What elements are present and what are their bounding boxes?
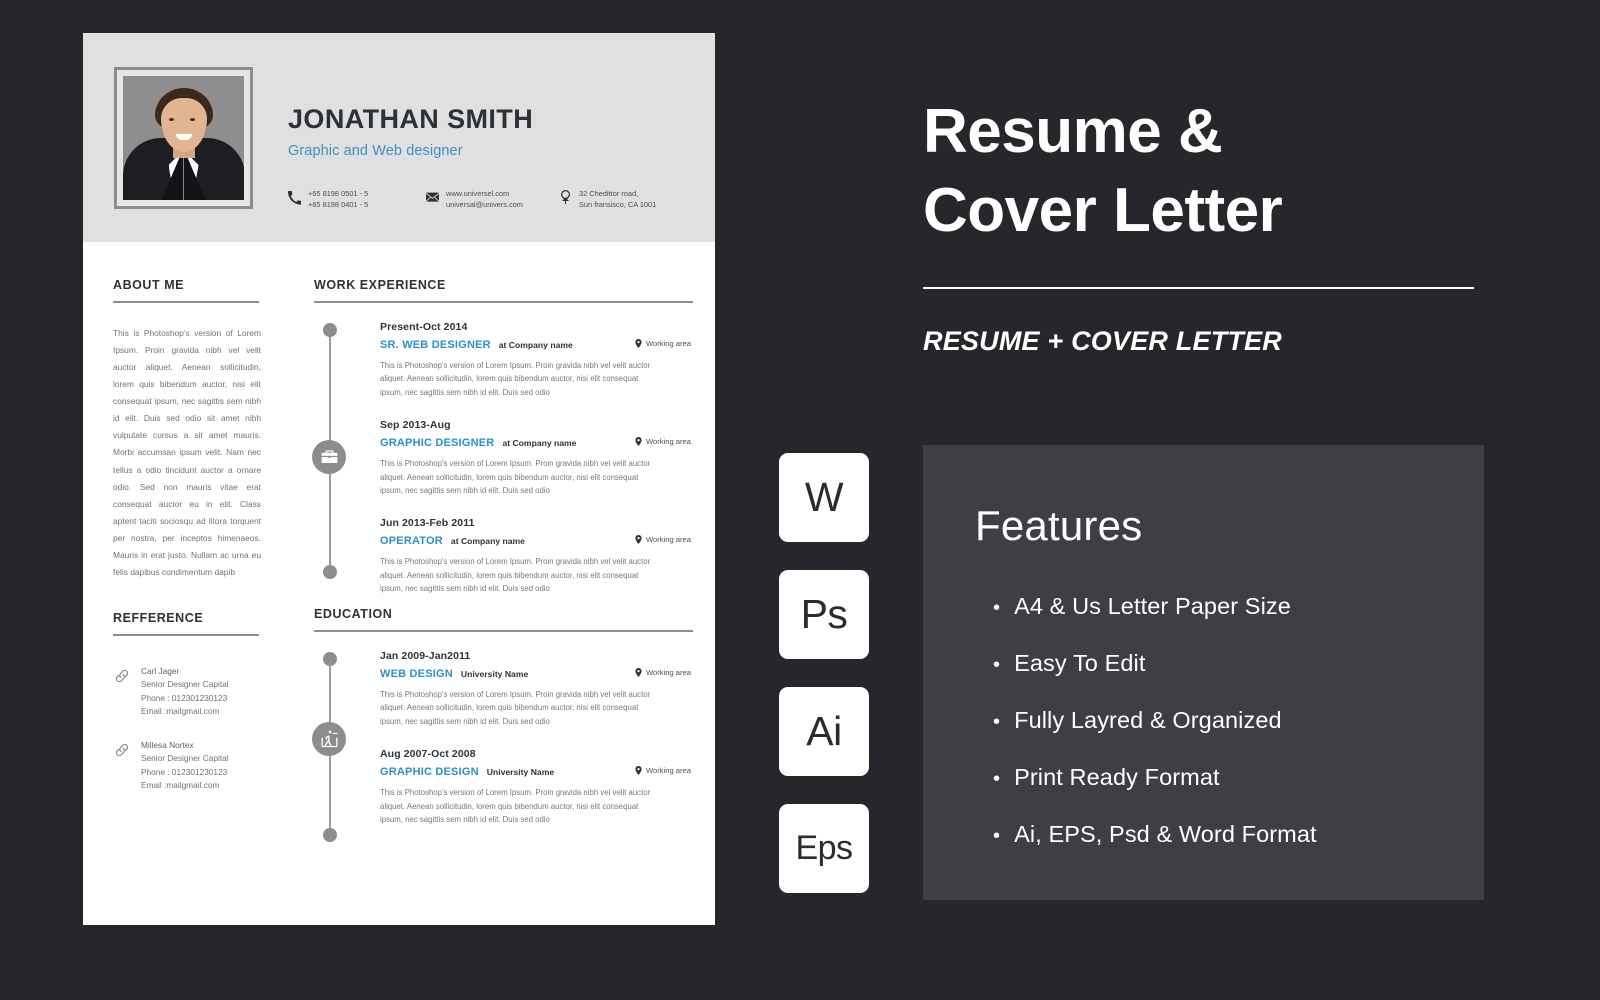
features-list: • A4 & Us Letter Paper Size • Easy To Ed…: [993, 593, 1463, 878]
list-item: • Print Ready Format: [993, 764, 1463, 791]
feature-label: Fully Layred & Organized: [1014, 707, 1282, 733]
list-item: • Fully Layred & Organized: [993, 707, 1463, 734]
promo-panel: Resume & Cover Letter RESUME + COVER LET…: [0, 0, 1600, 1000]
bullet-icon: •: [993, 768, 1001, 790]
list-item: • Easy To Edit: [993, 650, 1463, 677]
bullet-icon: •: [993, 654, 1001, 676]
promo-divider: [923, 287, 1474, 289]
poster-canvas: JONATHAN SMITH Graphic and Web designer …: [0, 0, 1600, 1000]
promo-title-line-1: Resume &: [923, 97, 1223, 166]
feature-label: Easy To Edit: [1014, 650, 1146, 676]
promo-title-line-2: Cover Letter: [923, 176, 1283, 246]
bullet-icon: •: [993, 597, 1001, 619]
format-badge-illustrator[interactable]: Ai: [779, 687, 869, 776]
bullet-icon: •: [993, 825, 1001, 847]
promo-title: Resume & Cover Letter: [923, 92, 1543, 251]
feature-label: A4 & Us Letter Paper Size: [1014, 593, 1291, 619]
list-item: • Ai, EPS, Psd & Word Format: [993, 821, 1463, 848]
features-title: Features: [975, 502, 1143, 549]
features-panel: Features • A4 & Us Letter Paper Size • E…: [923, 445, 1484, 900]
format-badge-photoshop[interactable]: Ps: [779, 570, 869, 659]
feature-label: Ai, EPS, Psd & Word Format: [1014, 821, 1317, 847]
format-badge-word[interactable]: W: [779, 453, 869, 542]
feature-label: Print Ready Format: [1014, 764, 1220, 790]
format-badge-eps[interactable]: Eps: [779, 804, 869, 893]
bullet-icon: •: [993, 711, 1001, 733]
format-badge-list: W Ps Ai Eps: [779, 453, 869, 893]
promo-subtitle: RESUME + COVER LETTER: [923, 326, 1282, 356]
list-item: • A4 & Us Letter Paper Size: [993, 593, 1463, 620]
